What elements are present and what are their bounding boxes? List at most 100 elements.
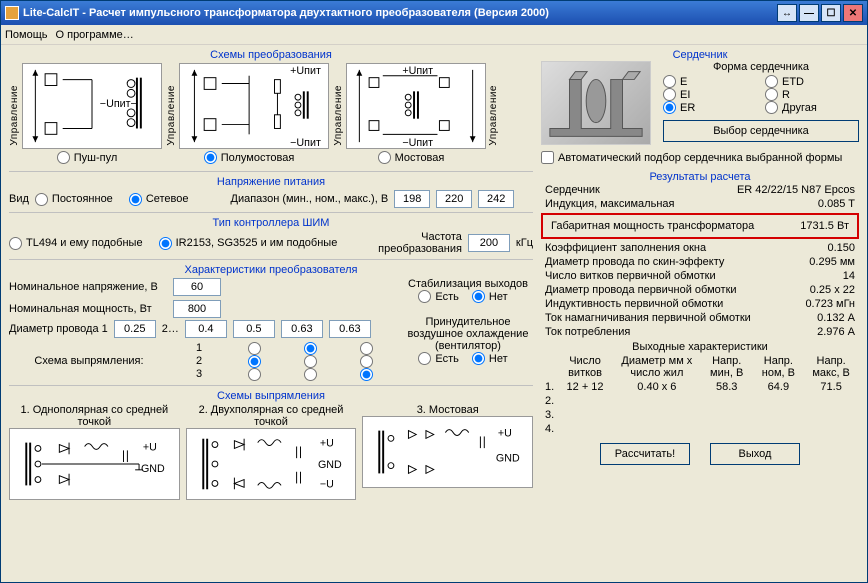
svg-text:GND: GND [496, 453, 520, 465]
rect-type-1: 1. Однополярная со средней точкой [9, 404, 180, 428]
res-ind-val: 0.723 мГн [805, 298, 855, 310]
diagram-rect-2: +U GND −U [186, 428, 357, 500]
res-turns-val: 14 [843, 270, 855, 282]
radio-core-ei[interactable]: EI [663, 88, 747, 101]
rect-type-3: 3. Мостовая [362, 404, 533, 416]
wire-d2-input[interactable] [185, 320, 227, 338]
radio-core-er[interactable]: ER [663, 101, 747, 114]
res-fill-label: Коэффициент заполнения окна [545, 242, 706, 254]
radio-tl494[interactable]: TL494 и ему подобные [9, 237, 143, 250]
res-turns-label: Число витков первичной обмотки [545, 270, 716, 282]
freq-label: Частота преобразования [372, 231, 462, 255]
titlebar: Lite-CalcIT - Расчет импульсного трансфо… [1, 1, 867, 25]
section-topologies-title: Схемы преобразования [9, 49, 533, 61]
section-controller-title: Тип контроллера ШИМ [9, 217, 533, 229]
radio-supply-ac[interactable]: Сетевое [129, 193, 189, 206]
checkbox-auto-core[interactable]: Автоматический подбор сердечника выбранн… [541, 151, 842, 164]
exit-button[interactable]: Выход [710, 443, 800, 465]
nom-voltage-input[interactable] [173, 278, 221, 296]
rect-3-1[interactable] [248, 368, 261, 381]
svg-text:+Uпит: +Uпит [402, 65, 433, 77]
diagram-full-bridge: +Uпит −Uпит [346, 63, 486, 149]
radio-push-pull[interactable]: Пуш-пул [57, 151, 118, 164]
vlabel-4: Управление [488, 85, 499, 146]
res-b-val: 0.085 T [818, 198, 855, 210]
rect-3-2[interactable] [304, 368, 317, 381]
freq-input[interactable] [468, 234, 510, 252]
svg-text:−Uпит−: −Uпит− [100, 98, 137, 110]
svg-text:+U: +U [143, 441, 157, 453]
res-gab-val: 1731.5 Вт [800, 220, 849, 232]
rect-2-1[interactable] [248, 355, 261, 368]
wire-d3-input[interactable] [233, 320, 275, 338]
wire-d4-input[interactable] [281, 320, 323, 338]
radio-core-etd[interactable]: ETD [765, 75, 849, 88]
menu-about[interactable]: О программе… [56, 29, 134, 41]
core-shape-label: Форма сердечника [663, 61, 859, 73]
select-core-button[interactable]: Выбор сердечника [663, 120, 859, 142]
idx-3: 3 [196, 368, 202, 381]
freq-unit: кГц [516, 237, 533, 249]
res-imag-val: 0.132 А [817, 312, 855, 324]
radio-stab-yes[interactable]: Есть [418, 290, 458, 303]
rect-1-3[interactable] [360, 342, 373, 355]
supply-nom-input[interactable] [436, 190, 472, 208]
radio-ir2153[interactable]: IR2153, SG3525 и им подобные [159, 237, 338, 250]
radio-cool-no[interactable]: Нет [472, 352, 508, 365]
supply-min-input[interactable] [394, 190, 430, 208]
calculate-button[interactable]: Рассчитать! [600, 443, 690, 465]
rect-1-1[interactable] [248, 342, 261, 355]
menu-help[interactable]: Помощь [5, 29, 48, 41]
radio-half-bridge[interactable]: Полумостовая [204, 151, 295, 164]
nom-power-input[interactable] [173, 300, 221, 318]
menubar: Помощь О программе… [1, 25, 867, 45]
resize-button[interactable]: ↔ [777, 4, 797, 22]
rect-1-2[interactable] [304, 342, 317, 355]
highlighted-power-box: Габаритная мощность трансформатора1731.5… [541, 213, 859, 239]
section-rectifier-title: Схемы выпрямления [9, 390, 533, 402]
out-row-2: 2. [543, 395, 857, 407]
out-row-1: 1.12 + 120.40 х 6 58.364.971.5 [543, 381, 857, 393]
cooling-label: Принудительное воздушное охлаждение (вен… [403, 316, 533, 352]
idx-1: 1 [196, 342, 202, 355]
vlabel-1: Управление [9, 85, 20, 146]
vlabel-2: Управление [166, 85, 177, 146]
diagram-rect-3: +U GND [362, 416, 533, 488]
vlabel-3: Управление [333, 85, 344, 146]
out-row-4: 4. [543, 423, 857, 435]
rect-2-2[interactable] [304, 355, 317, 368]
diagram-rect-1: +U GND [9, 428, 180, 500]
radio-full-bridge[interactable]: Мостовая [378, 151, 445, 164]
radio-supply-dc[interactable]: Постоянное [35, 193, 113, 206]
res-skin-val: 0.295 мм [809, 256, 855, 268]
minimize-button[interactable]: — [799, 4, 819, 22]
radio-cool-yes[interactable]: Есть [418, 352, 458, 365]
wire-diam-label: Диаметр провода 1 [9, 323, 108, 335]
section-supply-title: Напряжение питания [9, 176, 533, 188]
radio-core-other[interactable]: Другая [765, 101, 849, 114]
radio-core-e[interactable]: E [663, 75, 747, 88]
wire-d1-input[interactable] [114, 320, 156, 338]
radio-core-r[interactable]: R [765, 88, 849, 101]
wire-d5-input[interactable] [329, 320, 371, 338]
nom-voltage-label: Номинальное напряжение, В [9, 281, 169, 293]
rect-2-3[interactable] [360, 355, 373, 368]
maximize-button[interactable]: ☐ [821, 4, 841, 22]
out-h5: Напр. макс, В [805, 355, 857, 379]
res-core-label: Сердечник [545, 184, 600, 196]
window-title: Lite-CalcIT - Расчет импульсного трансфо… [23, 7, 775, 19]
svg-text:+U: +U [320, 438, 334, 450]
res-skin-label: Диаметр провода по скин-эффекту [545, 256, 724, 268]
out-h1: Число витков [558, 355, 612, 379]
diagram-half-bridge: +Uпит −Uпит [179, 63, 329, 149]
svg-text:−Uпит: −Uпит [402, 137, 433, 148]
res-ind-label: Индуктивность первичной обмотки [545, 298, 723, 310]
rect-scheme-label: Схема выпрямления: [34, 355, 143, 368]
rect-3-3[interactable] [360, 368, 373, 381]
close-button[interactable]: ✕ [843, 4, 863, 22]
radio-stab-no[interactable]: Нет [472, 290, 508, 303]
svg-text:+U: +U [498, 427, 512, 439]
nom-power-label: Номинальная мощность, Вт [9, 303, 169, 315]
out-row-3: 3. [543, 409, 857, 421]
supply-max-input[interactable] [478, 190, 514, 208]
